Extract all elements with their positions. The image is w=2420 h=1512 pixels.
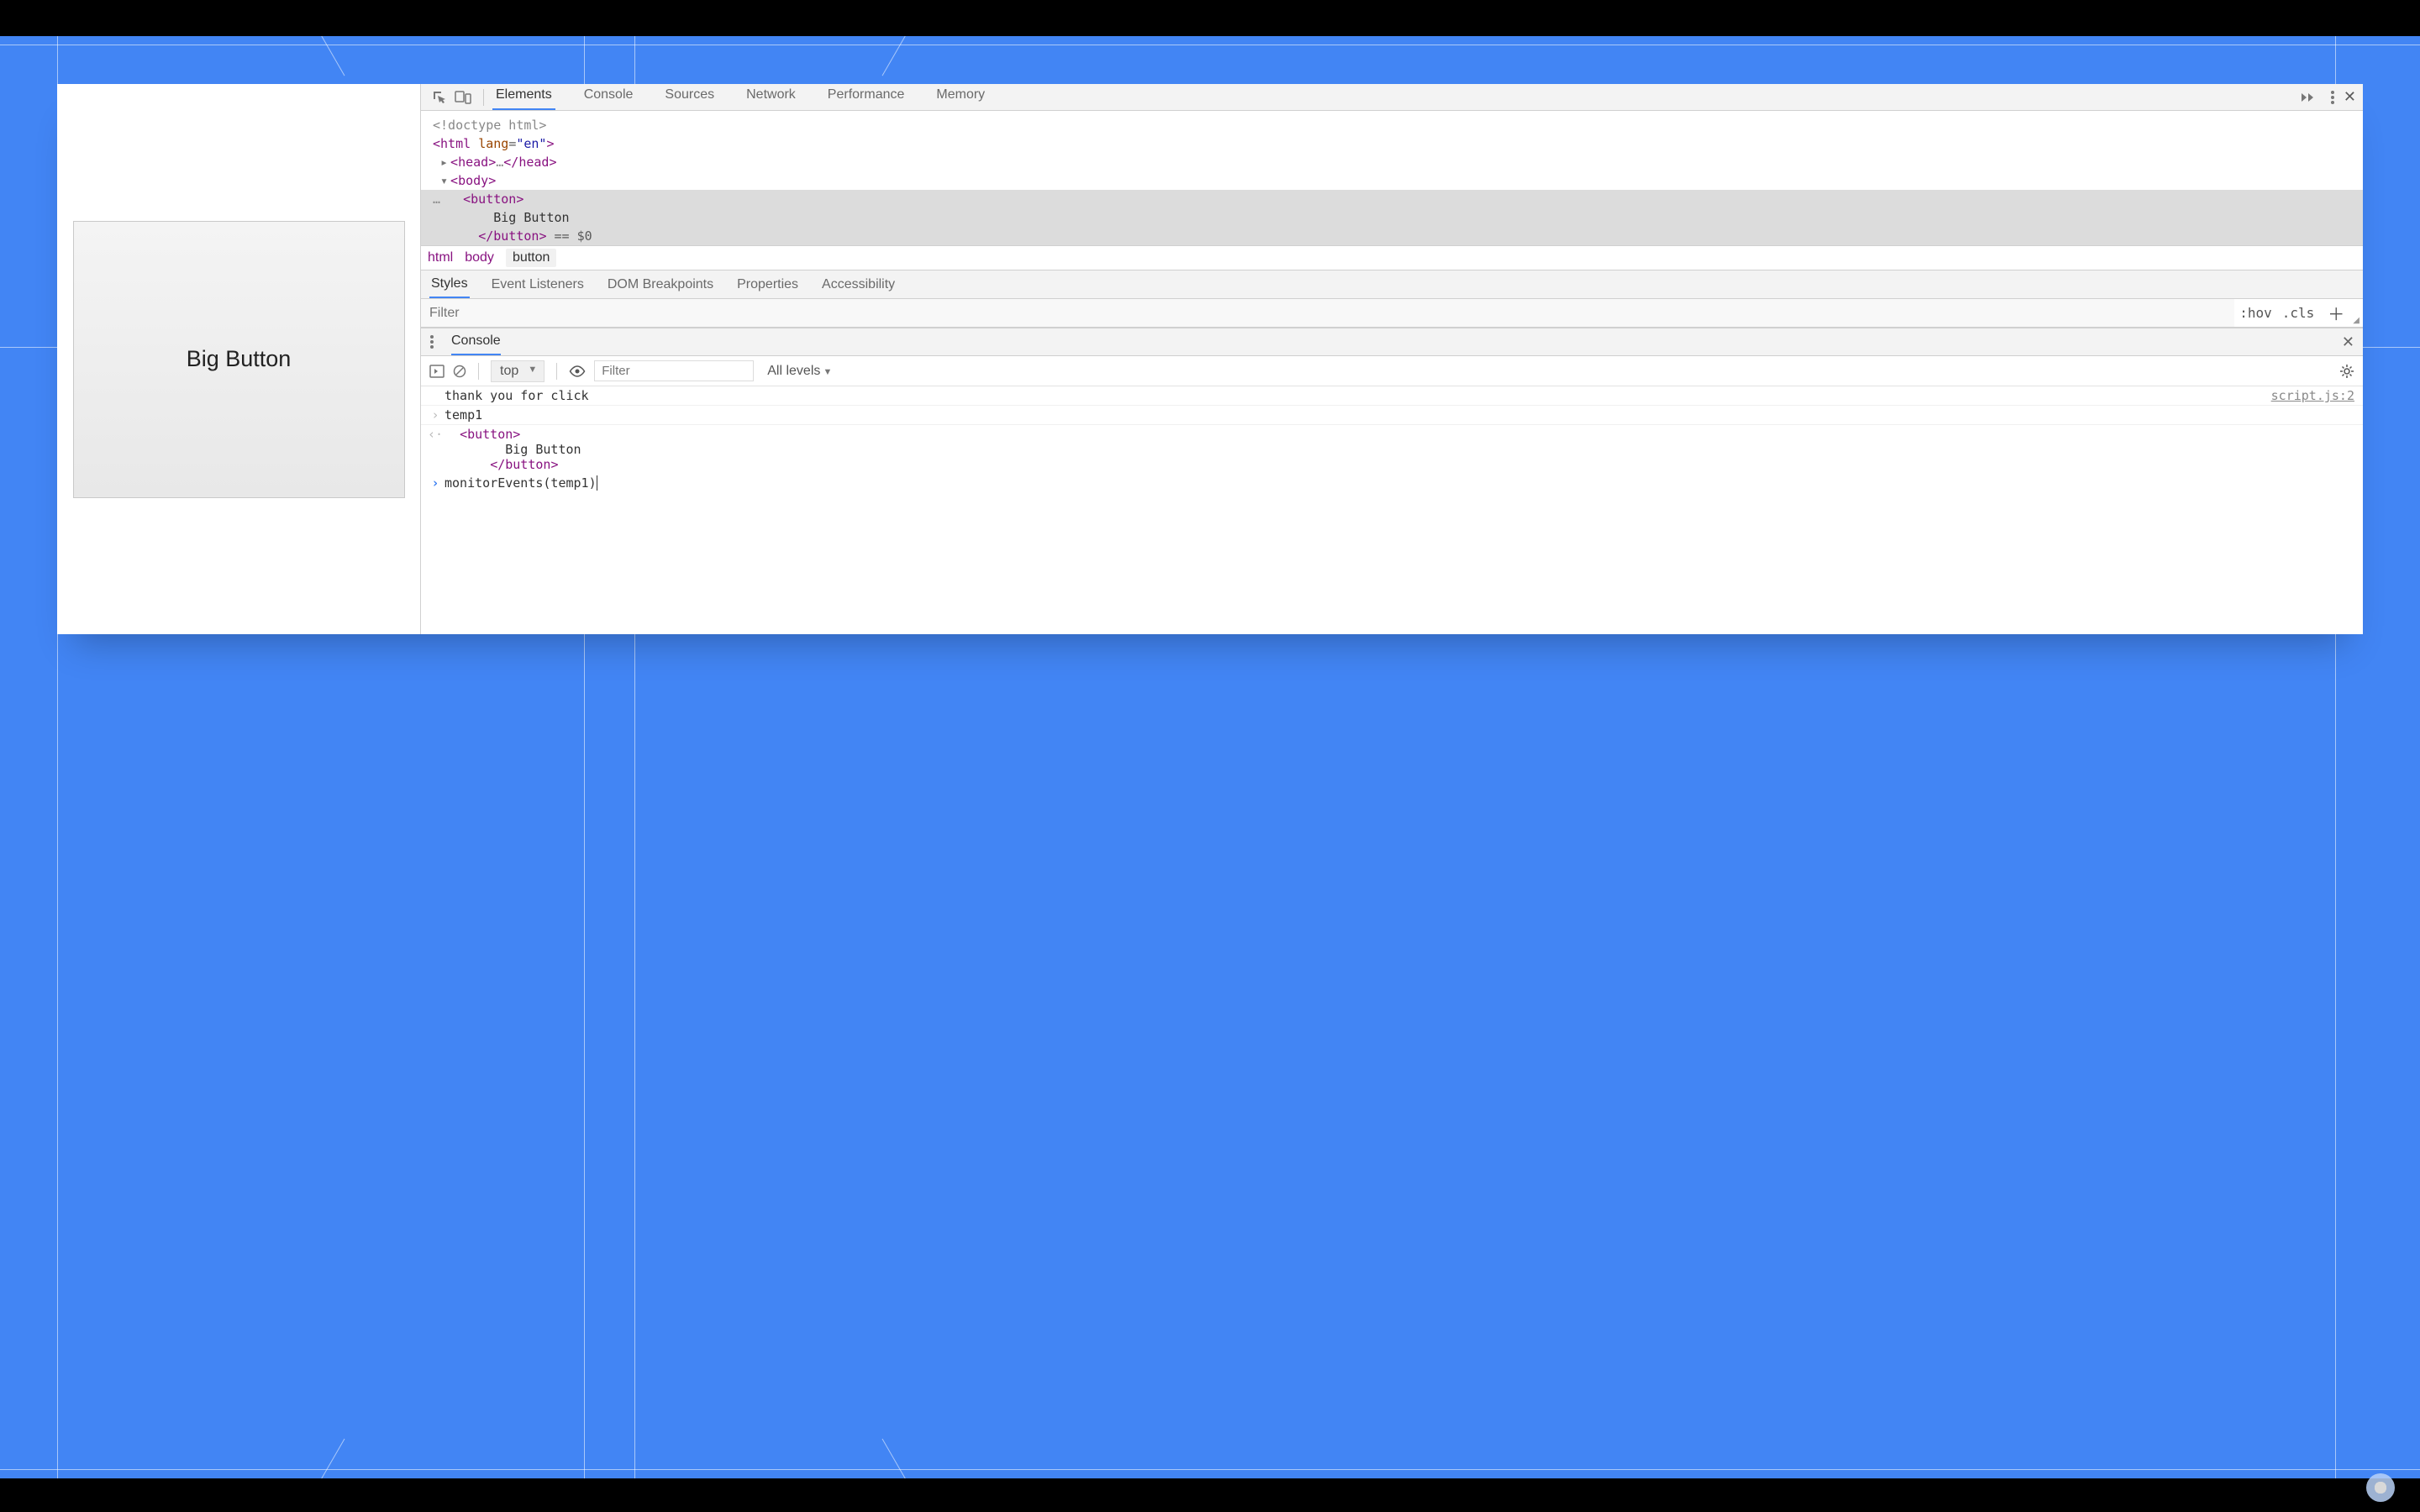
dom-line[interactable]: <!doctype html> xyxy=(433,116,2363,134)
resize-corner-icon: ◢ xyxy=(2353,316,2363,327)
devtools-close-icon[interactable]: ✕ xyxy=(2344,88,2356,106)
subtab-event-listeners[interactable]: Event Listeners xyxy=(490,272,586,297)
drawer-tab-console[interactable]: Console xyxy=(451,333,501,355)
console-output[interactable]: thank you for click script.js:2 › temp1 … xyxy=(421,386,2363,634)
breadcrumb: html body button xyxy=(421,245,2363,270)
dom-line[interactable]: ▾<body> xyxy=(433,171,2363,190)
dom-line[interactable]: <html lang="en"> xyxy=(433,134,2363,153)
console-history-input: temp1 xyxy=(445,407,2354,423)
tab-memory[interactable]: Memory xyxy=(933,84,988,110)
page-viewport: Big Button xyxy=(57,84,420,634)
elements-subtabs: Styles Event Listeners DOM Breakpoints P… xyxy=(421,270,2363,299)
tab-elements[interactable]: Elements xyxy=(492,84,555,110)
crumb-button[interactable]: button xyxy=(506,249,556,267)
drawer-close-icon[interactable]: ✕ xyxy=(2342,333,2354,351)
execution-context-select[interactable]: top xyxy=(491,360,544,382)
drawer-header: Console ✕ xyxy=(421,328,2363,356)
cls-toggle[interactable]: .cls xyxy=(2277,305,2320,321)
subtab-accessibility[interactable]: Accessibility xyxy=(820,272,897,297)
console-history-output: <button> Big Button </button> xyxy=(445,427,2354,472)
console-current-input[interactable]: monitorEvents(temp1) xyxy=(445,475,597,491)
hov-toggle[interactable]: :hov xyxy=(2234,305,2277,321)
devtools-toolbar: Elements Console Sources Network Perform… xyxy=(421,84,2363,111)
console-history-input-row[interactable]: › temp1 xyxy=(421,406,2363,425)
console-history-output-row[interactable]: ‹· <button> Big Button </button> xyxy=(421,425,2363,474)
tab-network[interactable]: Network xyxy=(743,84,799,110)
subtab-dom-breakpoints[interactable]: DOM Breakpoints xyxy=(606,272,715,297)
log-levels-select[interactable]: All levels xyxy=(767,364,832,379)
kebab-menu-icon[interactable] xyxy=(2330,90,2335,105)
devtools-tabs: Elements Console Sources Network Perform… xyxy=(492,84,2293,110)
tab-console[interactable]: Console xyxy=(581,84,637,110)
subtab-properties[interactable]: Properties xyxy=(735,272,800,297)
tab-sources[interactable]: Sources xyxy=(661,84,718,110)
console-filter-input[interactable] xyxy=(594,360,754,381)
crumb-html[interactable]: html xyxy=(428,250,453,265)
console-toolbar: top All levels xyxy=(421,356,2363,386)
console-log-text: thank you for click xyxy=(445,388,2271,403)
console-input-row[interactable]: › monitorEvents(temp1) xyxy=(421,474,2363,492)
tab-performance[interactable]: Performance xyxy=(824,84,908,110)
tabs-overflow-icon[interactable] xyxy=(2300,92,2315,103)
console-sidebar-toggle-icon[interactable] xyxy=(429,365,445,378)
device-toggle-icon[interactable] xyxy=(451,86,475,109)
dom-line[interactable]: ▸<head>…</head> xyxy=(433,153,2363,171)
big-button[interactable]: Big Button xyxy=(73,221,405,498)
dom-selected-node[interactable]: … <button> Big Button </button> == $0 xyxy=(421,190,2363,245)
crumb-body[interactable]: body xyxy=(465,250,494,265)
subtab-styles[interactable]: Styles xyxy=(429,271,470,298)
dom-gutter-ellipsis[interactable]: … xyxy=(433,192,440,207)
console-log-row[interactable]: thank you for click script.js:2 xyxy=(421,386,2363,406)
console-log-source[interactable]: script.js:2 xyxy=(2271,388,2354,403)
live-expression-icon[interactable] xyxy=(569,365,586,377)
console-settings-icon[interactable] xyxy=(2339,364,2354,379)
app-window: Big Button Elements Console Sources Netw… xyxy=(57,84,2363,634)
stage: Big Button Elements Console Sources Netw… xyxy=(0,0,2420,1512)
styles-filter-input[interactable] xyxy=(421,299,2234,327)
chrome-logo-icon xyxy=(2366,1473,2395,1502)
devtools-panel: Elements Console Sources Network Perform… xyxy=(420,84,2363,634)
inspect-icon[interactable] xyxy=(428,86,451,109)
clear-console-icon[interactable] xyxy=(453,365,466,378)
new-style-rule-icon[interactable]: ＋ xyxy=(2319,301,2353,325)
drawer-menu-icon[interactable] xyxy=(429,334,434,349)
styles-filter-bar: :hov .cls ＋ ◢ xyxy=(421,299,2363,328)
dom-tree[interactable]: <!doctype html> <html lang="en"> ▸<head>… xyxy=(421,111,2363,245)
big-button-label: Big Button xyxy=(187,346,292,372)
